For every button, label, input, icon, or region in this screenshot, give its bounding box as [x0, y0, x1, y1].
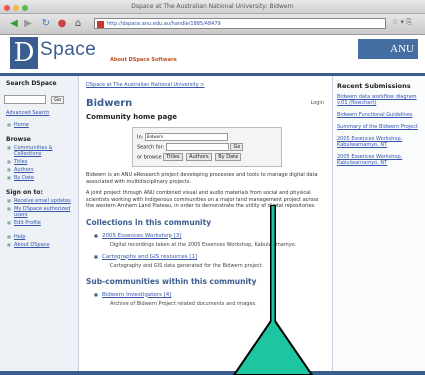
arrow-shaft-fill — [271, 206, 275, 330]
pointer-arrow-icon — [232, 205, 314, 375]
